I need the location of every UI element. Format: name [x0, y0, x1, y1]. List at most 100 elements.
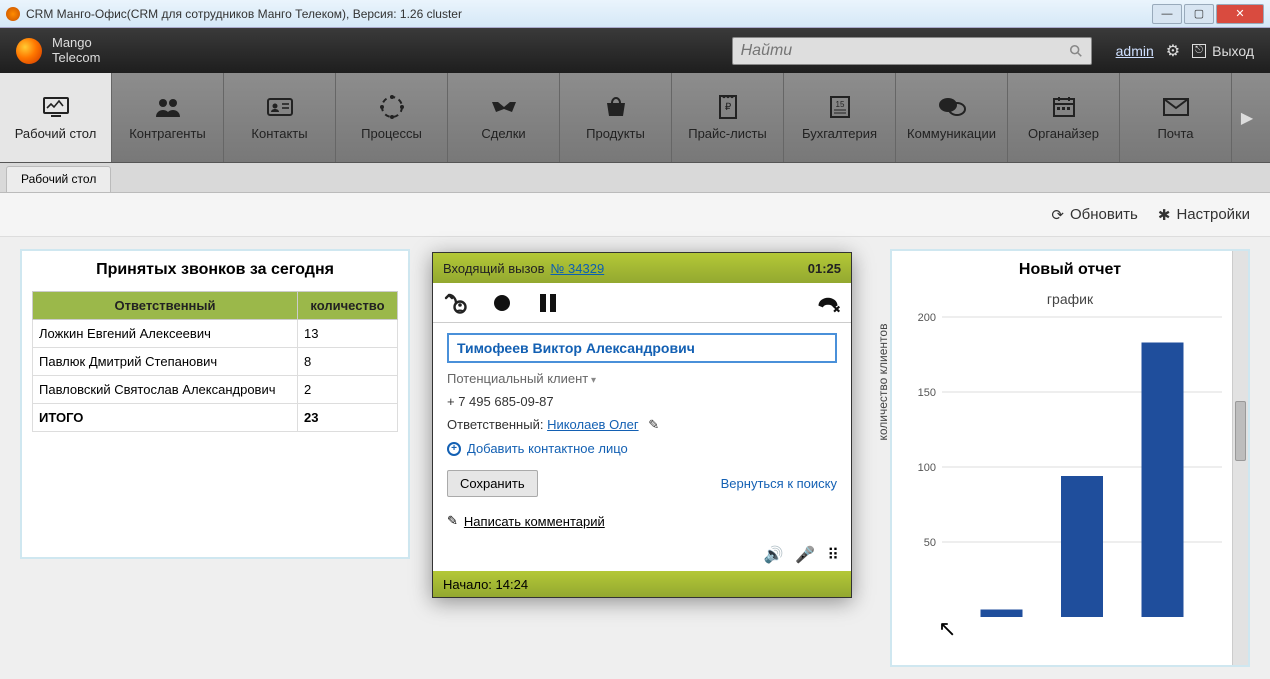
chart-bar [1142, 343, 1184, 618]
table-row[interactable]: Павловский Святослав Александрович2 [33, 376, 398, 404]
nav-tab-8[interactable]: Коммуникации [896, 73, 1008, 162]
refresh-button[interactable]: ⟳ Обновить [1051, 206, 1138, 224]
gear-icon: ✱ [1158, 206, 1171, 224]
window-minimize-button[interactable]: — [1152, 4, 1182, 24]
svg-text:₽: ₽ [724, 102, 731, 113]
back-to-search-link[interactable]: Вернуться к поиску [721, 476, 837, 491]
nav-tab-2[interactable]: Контакты [224, 73, 336, 162]
nav-label: Продукты [586, 126, 645, 141]
main-nav: Рабочий стол Контрагенты Контакты Процессы С… [0, 73, 1270, 163]
call-header[interactable]: Входящий вызов № 34329 01:25 [433, 253, 851, 283]
settings-label: Настройки [1176, 206, 1250, 223]
pencil-icon: ✎ [447, 513, 458, 529]
cell-count: 2 [298, 376, 398, 404]
card-icon [265, 94, 295, 120]
exit-label: Выход [1212, 43, 1254, 59]
window-maximize-button[interactable]: ▢ [1184, 4, 1214, 24]
search-input[interactable] [741, 42, 1069, 60]
nav-label: Органайзер [1028, 126, 1099, 141]
svg-text:150: 150 [918, 387, 936, 399]
nav-tab-0[interactable]: Рабочий стол [0, 73, 112, 162]
window-close-button[interactable]: ✕ [1216, 4, 1264, 24]
nav-tab-5[interactable]: Продукты [560, 73, 672, 162]
table-row[interactable]: Павлюк Дмитрий Степанович8 [33, 348, 398, 376]
cell-name: Павлюк Дмитрий Степанович [33, 348, 298, 376]
save-button[interactable]: Сохранить [447, 470, 538, 497]
caller-name-input[interactable] [447, 333, 837, 363]
exit-icon: ⎋ [1192, 44, 1206, 58]
record-icon[interactable] [489, 290, 515, 316]
page-toolbar: ⟳ Обновить ✱ Настройки [0, 193, 1270, 237]
scrollbar-thumb[interactable] [1235, 401, 1246, 461]
chart-ylabel: количество клиентов [876, 324, 890, 441]
nav-label: Процессы [361, 126, 422, 141]
nav-tab-3[interactable]: Процессы [336, 73, 448, 162]
hangup-icon[interactable] [815, 290, 841, 316]
mic-icon[interactable]: 🎤 [795, 545, 815, 565]
responsible-link[interactable]: Николаев Олег [547, 417, 639, 432]
brand-name: Mango Telecom [52, 36, 100, 65]
report-title: Новый отчет [902, 261, 1238, 279]
table-total-row: ИТОГО23 [33, 404, 398, 432]
settings-button[interactable]: ✱ Настройки [1158, 206, 1250, 224]
write-comment-row[interactable]: ✎ Написать комментарий [447, 513, 837, 529]
brand-line2: Telecom [52, 51, 100, 65]
svg-text:100: 100 [918, 462, 936, 474]
nav-tab-9[interactable]: Органайзер [1008, 73, 1120, 162]
calendar-icon [1049, 94, 1079, 120]
nav-label: Рабочий стол [15, 126, 97, 141]
pause-icon[interactable] [535, 290, 561, 316]
add-contact-link[interactable]: + Добавить контактное лицо [447, 441, 837, 456]
total-value: 23 [298, 404, 398, 432]
table-row[interactable]: Ложкин Евгений Алексеевич13 [33, 320, 398, 348]
mail-icon [1161, 94, 1191, 120]
desktop-icon [41, 94, 71, 120]
call-timer: 01:25 [808, 261, 841, 276]
calls-th-responsible: Ответственный [33, 292, 298, 320]
nav-tab-1[interactable]: Контрагенты [112, 73, 224, 162]
nav-scroll-right[interactable]: ▶ [1232, 73, 1262, 162]
svg-text:200: 200 [918, 312, 936, 324]
cell-count: 13 [298, 320, 398, 348]
incoming-call-dialog: Входящий вызов № 34329 01:25 Потенциальн… [432, 252, 852, 598]
transfer-icon[interactable] [443, 290, 469, 316]
mouse-cursor-icon: ↖ [938, 616, 956, 642]
exit-button[interactable]: ⎋ Выход [1192, 43, 1254, 59]
call-header-label: Входящий вызов [443, 261, 544, 276]
nav-tab-4[interactable]: Сделки [448, 73, 560, 162]
accounting-icon: 15 [825, 94, 855, 120]
speaker-icon[interactable]: 🔊 [763, 545, 783, 565]
chart-bar [981, 610, 1023, 618]
svg-text:50: 50 [924, 537, 936, 549]
call-body: Потенциальный клиент + 7 495 685-09-87 О… [433, 323, 851, 539]
chart-area: 50 100 150 200 [892, 307, 1248, 665]
calls-table: Ответственный количество Ложкин Евгений … [32, 291, 398, 432]
nav-tab-6[interactable]: ₽Прайс-листы [672, 73, 784, 162]
brand-logo-icon [16, 38, 42, 64]
app-topbar: Mango Telecom admin ⚙ ⎋ Выход [0, 28, 1270, 73]
responsible-label: Ответственный: [447, 417, 543, 432]
phone-row: + 7 495 685-09-87 [447, 394, 837, 409]
handshake-icon [489, 94, 519, 120]
nav-tab-7[interactable]: 15 Бухгалтерия [784, 73, 896, 162]
search-icon[interactable] [1069, 44, 1083, 58]
gear-icon[interactable]: ⚙ [1166, 41, 1180, 61]
refresh-icon: ⟳ [1051, 206, 1064, 224]
scrollbar[interactable] [1232, 251, 1248, 665]
client-type-row[interactable]: Потенциальный клиент [447, 371, 837, 386]
nav-label: Бухгалтерия [802, 126, 877, 141]
subtab-desktop[interactable]: Рабочий стол [6, 166, 111, 192]
admin-link[interactable]: admin [1116, 43, 1154, 59]
global-search[interactable] [732, 37, 1092, 65]
subtab-row: Рабочий стол [0, 163, 1270, 193]
nav-label: Контакты [251, 126, 307, 141]
call-number-link[interactable]: № 34329 [550, 261, 604, 276]
dialpad-icon[interactable]: ⠿ [827, 545, 839, 565]
calls-panel-title: Принятых звонков за сегодня [32, 261, 398, 279]
nav-label: Коммуникации [907, 126, 996, 141]
nav-tab-10[interactable]: Почта [1120, 73, 1232, 162]
cell-count: 8 [298, 348, 398, 376]
pencil-icon[interactable]: ✎ [648, 417, 659, 432]
window-titlebar: CRM Манго-Офис(CRM для сотрудников Манго… [0, 0, 1270, 28]
chart-bar [1061, 476, 1103, 617]
